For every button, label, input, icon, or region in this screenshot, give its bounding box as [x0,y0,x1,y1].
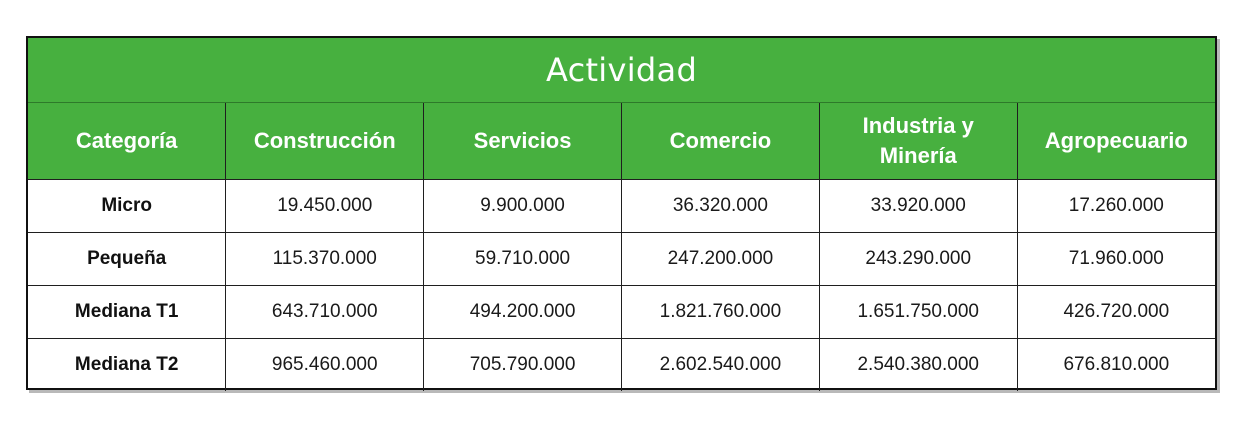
table-cell: 59.710.000 [423,232,622,286]
table-cell: 9.900.000 [423,179,622,233]
table-cell: 705.790.000 [423,338,622,391]
row-label: Pequeña [28,232,227,286]
table-cell: 115.370.000 [225,232,425,286]
table-cell: 71.960.000 [1017,232,1215,286]
table-cell: 17.260.000 [1017,179,1215,233]
table-cell: 2.602.540.000 [621,338,820,391]
table-cell: 247.200.000 [621,232,820,286]
table-row-mediana-t1: Mediana T1 643.710.000 494.200.000 1.821… [28,285,1215,339]
table-title: Actividad [28,38,1215,103]
table-cell: 643.710.000 [225,285,425,339]
table-row-pequena: Pequeña 115.370.000 59.710.000 247.200.0… [28,232,1215,286]
header-row: Categoría Construcción Servicios Comerci… [28,102,1215,180]
row-label: Mediana T1 [28,285,227,339]
column-header-servicios: Servicios [423,102,622,180]
column-header-industria-y-mineria: Industria y Minería [819,102,1018,180]
column-header-agropecuario: Agropecuario [1017,102,1215,180]
table-cell: 676.810.000 [1063,354,1170,375]
table-cell: 494.200.000 [423,285,622,339]
table-cell: 965.460.000 [225,338,425,391]
table-cell: 2.540.380.000 [819,338,1018,391]
table-cell: 243.290.000 [819,232,1018,286]
title-row: Actividad [28,38,1215,103]
table-cell: 36.320.000 [621,179,820,233]
table-row-mediana-t2: Mediana T2 965.460.000 705.790.000 2.602… [28,338,1215,391]
table-cell: 426.720.000 [1017,285,1215,339]
column-header-categoria: Categoría [28,102,227,180]
table-cell: 19.450.000 [225,179,425,233]
activity-table: Actividad Categoría Construcción Servici… [28,38,1215,391]
row-label: Mediana T2 [28,338,227,391]
row-label: Micro [28,179,227,233]
table-cell: 1.821.760.000 [621,285,820,339]
table-row-micro: Micro 19.450.000 9.900.000 36.320.000 33… [28,179,1215,233]
table-cell: 33.920.000 [819,179,1018,233]
table-cell: 1.651.750.000 [819,285,1018,339]
column-header-comercio: Comercio [621,102,820,180]
activity-table-container: Actividad Categoría Construcción Servici… [26,36,1217,391]
column-header-construccion: Construcción [225,102,425,180]
